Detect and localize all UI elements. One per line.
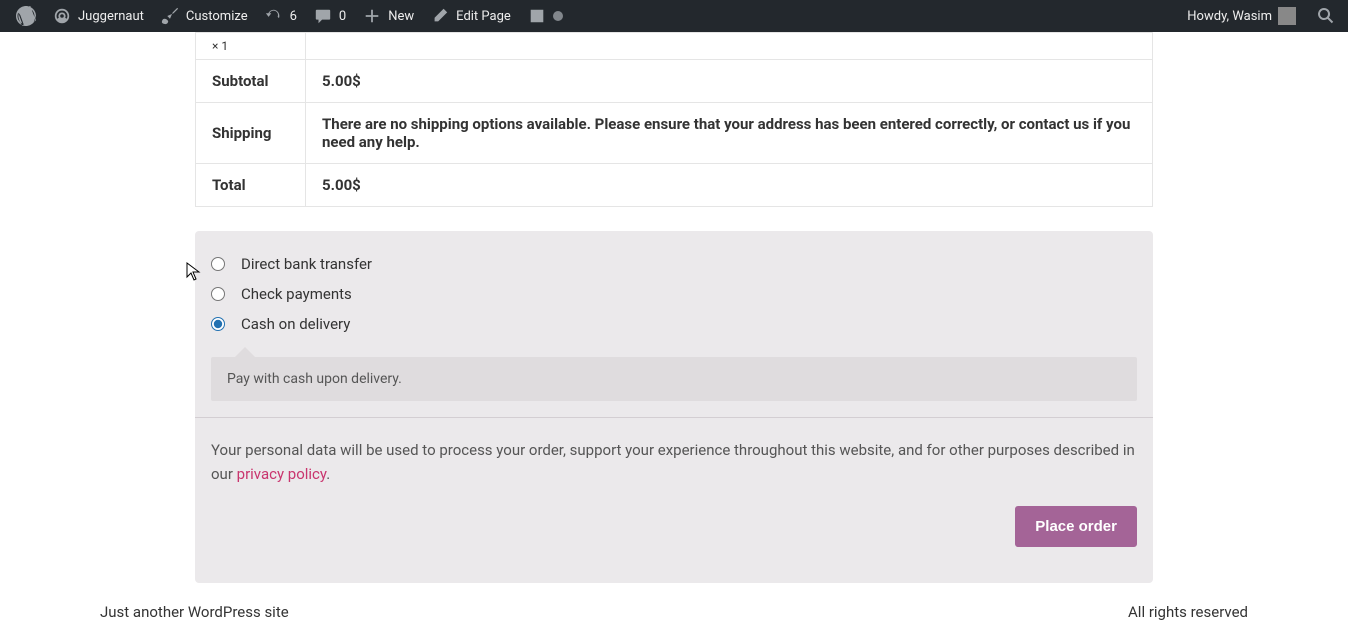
payment-methods: Direct bank transfer Check payments Cash… <box>195 231 1153 349</box>
updates[interactable]: 6 <box>256 0 305 32</box>
seo-status-dot <box>553 11 563 21</box>
brush-icon <box>160 6 180 26</box>
avatar <box>1278 7 1296 25</box>
plus-icon <box>362 6 382 26</box>
dashboard-icon <box>52 6 72 26</box>
wordpress-icon <box>16 6 36 26</box>
shipping-row: Shipping There are no shipping options a… <box>196 103 1153 164</box>
payment-method-bacs[interactable]: Direct bank transfer <box>211 249 1137 279</box>
search-toggle[interactable] <box>1312 0 1340 32</box>
subtotal-row: Subtotal 5.00$ <box>196 60 1153 103</box>
new-content[interactable]: New <box>354 0 422 32</box>
comments-count: 0 <box>339 9 346 24</box>
howdy-text: Howdy, Wasim <box>1187 9 1272 24</box>
privacy-policy-link[interactable]: privacy policy <box>237 465 327 483</box>
product-row: × 1 <box>196 33 1153 60</box>
yoast-seo[interactable] <box>519 0 571 32</box>
customize-label: Customize <box>186 9 248 24</box>
footer-copyright: All rights reserved <box>1128 603 1248 621</box>
bacs-label: Direct bank transfer <box>241 255 372 273</box>
privacy-policy-text: Your personal data will be used to proce… <box>211 438 1137 486</box>
site-name[interactable]: Juggernaut <box>44 0 152 32</box>
order-review-table: × 1 Subtotal 5.00$ Shipping There are no… <box>195 32 1153 207</box>
comment-icon <box>313 6 333 26</box>
total-label: Total <box>196 164 306 207</box>
total-row: Total 5.00$ <box>196 164 1153 207</box>
subtotal-value: 5.00$ <box>306 60 1153 103</box>
comments[interactable]: 0 <box>305 0 354 32</box>
payment-box: Direct bank transfer Check payments Cash… <box>195 231 1153 583</box>
wp-admin-bar: Juggernaut Customize 6 0 New <box>0 0 1348 32</box>
footer-tagline: Just another WordPress site <box>100 603 289 621</box>
cod-label: Cash on delivery <box>241 315 350 333</box>
cheque-label: Check payments <box>241 285 352 303</box>
edit-page-label: Edit Page <box>456 9 511 24</box>
yoast-icon <box>527 6 547 26</box>
shipping-label: Shipping <box>196 103 306 164</box>
edit-page[interactable]: Edit Page <box>422 0 519 32</box>
new-label: New <box>388 9 414 24</box>
shipping-value: There are no shipping options available.… <box>306 103 1153 164</box>
update-icon <box>264 6 284 26</box>
qty-prefix: × <box>212 39 218 53</box>
place-order-button[interactable]: Place order <box>1015 506 1137 547</box>
radio-bacs[interactable] <box>211 257 225 271</box>
payment-method-cheque[interactable]: Check payments <box>211 279 1137 309</box>
payment-description: Pay with cash upon delivery. <box>211 357 1137 401</box>
subtotal-label: Subtotal <box>196 60 306 103</box>
site-name-label: Juggernaut <box>78 9 144 24</box>
qty-value: 1 <box>221 39 228 53</box>
updates-count: 6 <box>290 9 297 24</box>
radio-cheque[interactable] <box>211 287 225 301</box>
customize[interactable]: Customize <box>152 0 256 32</box>
search-icon <box>1316 6 1336 26</box>
total-value: 5.00$ <box>306 164 1153 207</box>
wp-logo[interactable] <box>8 0 44 32</box>
radio-cod[interactable] <box>211 317 225 331</box>
payment-method-cod[interactable]: Cash on delivery <box>211 309 1137 339</box>
site-footer: Just another WordPress site All rights r… <box>0 583 1348 637</box>
my-account[interactable]: Howdy, Wasim <box>1179 0 1304 32</box>
pencil-icon <box>430 6 450 26</box>
